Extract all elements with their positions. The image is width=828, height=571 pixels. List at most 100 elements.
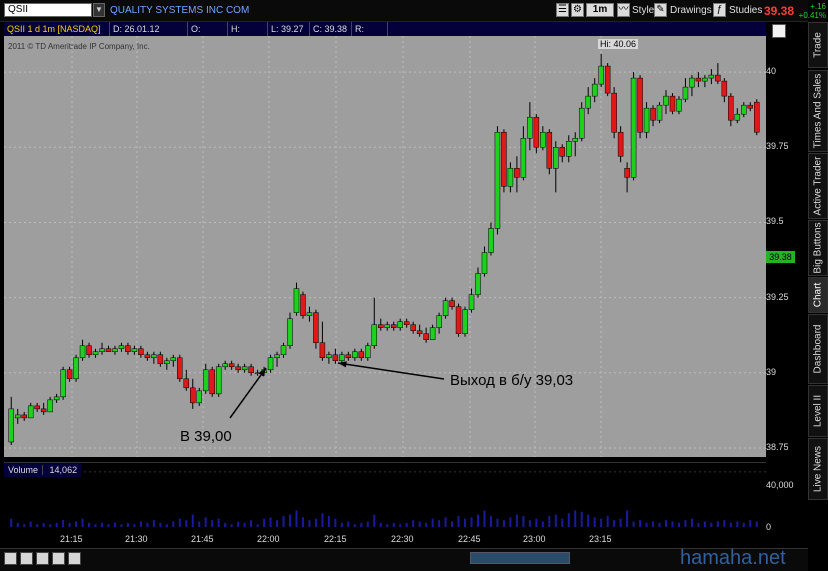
candle-65 bbox=[429, 327, 436, 340]
side-tab-dashboard[interactable]: Dashboard bbox=[808, 314, 828, 384]
high-cell: H: 39.39 bbox=[228, 22, 268, 48]
candle-9 bbox=[66, 369, 73, 380]
candle-103 bbox=[676, 98, 682, 112]
zoom-in-icon[interactable] bbox=[36, 552, 49, 565]
volume-bar-25 bbox=[172, 521, 175, 527]
drawings-icon[interactable]: ✎ bbox=[654, 3, 667, 17]
volume-bar-77 bbox=[509, 517, 512, 527]
candle-11 bbox=[79, 345, 86, 359]
side-tab-level-ii[interactable]: Level II bbox=[808, 385, 828, 437]
volume-bar-111 bbox=[729, 522, 732, 527]
candle-2 bbox=[21, 414, 27, 419]
time-tick-label: 23:15 bbox=[589, 534, 612, 544]
chart-scrollbar[interactable] bbox=[470, 552, 570, 564]
drawings-button[interactable]: Drawings bbox=[670, 5, 712, 16]
entry-annotation: В 39,00 bbox=[180, 428, 232, 445]
settings-icon[interactable]: ⚙ bbox=[571, 3, 584, 17]
candle-17 bbox=[118, 345, 125, 349]
side-tab-active-trader[interactable]: Active Trader bbox=[808, 153, 828, 219]
volume-bar-105 bbox=[690, 518, 693, 527]
symbol-dropdown-icon[interactable]: ▼ bbox=[93, 3, 105, 17]
volume-bar-9 bbox=[68, 522, 71, 527]
volume-bar-32 bbox=[217, 518, 220, 527]
volume-bar-35 bbox=[237, 521, 240, 527]
candle-59 bbox=[390, 324, 397, 328]
volume-bar-42 bbox=[282, 515, 285, 527]
volume-bar-14 bbox=[101, 522, 103, 527]
symbol-input[interactable]: QSII bbox=[4, 3, 92, 17]
candle-0 bbox=[8, 408, 14, 443]
volume-bar-45 bbox=[301, 517, 304, 527]
maximize-icon[interactable] bbox=[772, 24, 786, 38]
candle-110 bbox=[721, 80, 728, 97]
volume-bar-51 bbox=[340, 522, 343, 527]
candle-28 bbox=[190, 387, 196, 404]
side-tab-live-news[interactable]: Live News bbox=[808, 438, 828, 500]
side-tab-label: Chart bbox=[812, 282, 824, 308]
volume-bar-91 bbox=[600, 518, 603, 527]
zoom-icon[interactable] bbox=[4, 552, 17, 565]
candle-32 bbox=[215, 366, 222, 395]
side-tab-times-and-sales[interactable]: Times And Sales bbox=[808, 70, 828, 152]
volume-bar-46 bbox=[308, 520, 311, 527]
volume-bar-49 bbox=[327, 515, 330, 527]
time-tick-label: 22:45 bbox=[458, 534, 481, 544]
volume-bar-69 bbox=[457, 515, 460, 527]
volume-bar-114 bbox=[749, 520, 752, 527]
candle-64 bbox=[423, 333, 429, 340]
volume-bar-57 bbox=[379, 522, 382, 527]
zoom-out-icon[interactable] bbox=[52, 552, 65, 565]
studies-icon[interactable]: ƒ bbox=[713, 3, 726, 17]
time-tick-label: 21:15 bbox=[60, 534, 83, 544]
symbol-info: QSII 1 d 1m [NASDAQ] bbox=[4, 22, 110, 36]
volume-bar-103 bbox=[677, 522, 680, 527]
volume-bar-37 bbox=[250, 520, 253, 527]
volume-bar-62 bbox=[412, 520, 415, 527]
volume-bar-68 bbox=[451, 521, 454, 527]
candle-29 bbox=[196, 390, 202, 404]
volume-bar-59 bbox=[392, 522, 395, 527]
pan-icon[interactable] bbox=[20, 552, 33, 565]
reset-icon[interactable] bbox=[68, 552, 81, 565]
candle-8 bbox=[60, 369, 66, 398]
candle-23 bbox=[157, 354, 164, 365]
candle-91 bbox=[598, 65, 604, 85]
candle-31 bbox=[209, 369, 215, 395]
side-tab-trade[interactable]: Trade bbox=[808, 22, 828, 68]
candle-87 bbox=[572, 137, 578, 142]
volume-bar-107 bbox=[703, 521, 706, 527]
volume-bar-6 bbox=[49, 524, 52, 527]
price-pane[interactable]: 2011 © TD Ameritrade IP Company, Inc. Hi… bbox=[4, 36, 766, 457]
volume-bar-106 bbox=[697, 522, 700, 527]
company-name: QUALITY SYSTEMS INC COM bbox=[110, 5, 250, 16]
candle-40 bbox=[267, 357, 274, 371]
candle-74 bbox=[488, 228, 494, 253]
candle-46 bbox=[306, 312, 313, 316]
volume-bar-17 bbox=[120, 524, 123, 527]
volume-bar-110 bbox=[723, 520, 726, 527]
candle-52 bbox=[345, 354, 352, 359]
style-button[interactable]: Style bbox=[632, 5, 654, 16]
candle-102 bbox=[669, 95, 676, 112]
side-tab-chart[interactable]: Chart bbox=[808, 277, 828, 313]
candle-25 bbox=[170, 357, 177, 362]
volume-bar-66 bbox=[438, 520, 441, 527]
volume-bar-48 bbox=[321, 513, 324, 527]
volume-bar-73 bbox=[483, 510, 486, 527]
candle-82 bbox=[540, 131, 546, 148]
studies-button[interactable]: Studies bbox=[729, 5, 762, 16]
volume-bar-75 bbox=[496, 518, 499, 527]
compare-icon[interactable]: ☰ bbox=[556, 3, 569, 17]
side-tab-big-buttons[interactable]: Big Buttons bbox=[808, 220, 828, 276]
volume-pane[interactable]: Volume 14,062 bbox=[4, 462, 766, 529]
date-cell: D: 26.01.12 23:59 bbox=[110, 22, 188, 48]
side-tab-label: Dashboard bbox=[812, 324, 824, 374]
candle-48 bbox=[319, 342, 326, 359]
candle-36 bbox=[241, 366, 248, 371]
candle-63 bbox=[416, 330, 423, 334]
interval-button[interactable]: 1m bbox=[586, 3, 614, 17]
open-cell: O: 39.29 bbox=[188, 22, 228, 48]
style-icon[interactable]: 〰 bbox=[617, 3, 630, 17]
volume-bar-74 bbox=[489, 515, 492, 527]
volume-bar-7 bbox=[55, 522, 58, 527]
